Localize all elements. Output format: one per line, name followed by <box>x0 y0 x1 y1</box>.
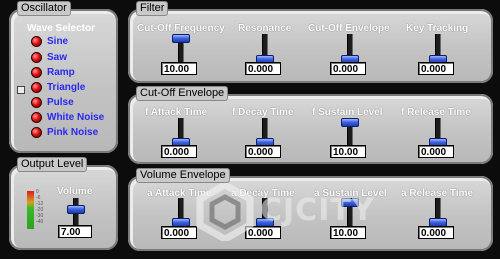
volume-label: Volume <box>57 186 93 197</box>
wave-label: Pulse <box>47 97 74 108</box>
wave-label: Ramp <box>47 67 75 78</box>
wave-option-pulse[interactable]: Pulse <box>31 97 74 108</box>
led-icon <box>31 67 42 78</box>
wave-selector-label: Wave Selector <box>27 23 95 34</box>
led-icon <box>31 112 42 123</box>
f-decay-time-value[interactable]: 0.000 <box>245 145 281 158</box>
led-icon <box>31 97 42 108</box>
wave-option-sine[interactable]: Sine <box>31 36 68 47</box>
f-release-time-value[interactable]: 0.000 <box>418 145 454 158</box>
wave-label: Saw <box>47 52 68 63</box>
f-attack-time-label: f Attack Time <box>145 107 208 118</box>
wave-option-saw[interactable]: Saw <box>31 52 67 63</box>
wave-label: Sine <box>47 36 69 47</box>
key-tracking-label: Key Tracking <box>406 23 469 34</box>
cutoff-frequency-thumb[interactable] <box>172 34 190 43</box>
cutoff-envelope-label: Cut-Off Envelope <box>308 23 390 34</box>
wave-option-triangle[interactable]: Triangle <box>31 82 85 93</box>
a-release-time-value[interactable]: 0.000 <box>418 226 454 239</box>
cjcity-logo-icon <box>196 183 254 241</box>
f-sustain-level-thumb[interactable] <box>341 118 359 127</box>
f-sustain-level-value[interactable]: 10.00 <box>330 145 366 158</box>
led-icon <box>31 36 42 47</box>
wave-selection-indicator <box>17 86 25 94</box>
led-icon <box>31 52 42 63</box>
volume-envelope-title: Volume Envelope <box>136 168 230 183</box>
cutoff-frequency-label: Cut-Off Frequency <box>137 23 225 34</box>
level-meter-scale: 0 -6 -12 -20 -30 -40 <box>36 189 44 225</box>
resonance-value[interactable]: 0.000 <box>245 62 281 75</box>
led-icon <box>31 82 42 93</box>
wave-option-pink-noise[interactable]: Pink Noise <box>31 127 98 138</box>
oscillator-title: Oscillator <box>17 1 71 16</box>
f-sustain-level-label: f Sustain Level <box>312 107 383 118</box>
led-icon <box>31 127 42 138</box>
cutoff-frequency-value[interactable]: 10.00 <box>161 62 197 75</box>
level-meter <box>27 191 34 229</box>
f-attack-time-value[interactable]: 0.000 <box>161 145 197 158</box>
a-attack-time-value[interactable]: 0.000 <box>161 226 197 239</box>
output-level-title: Output Level <box>17 157 88 172</box>
watermark-text: CJCITY <box>260 193 375 228</box>
key-tracking-value[interactable]: 0.000 <box>418 62 454 75</box>
wave-label: White Noise <box>47 112 105 123</box>
cutoff-envelope-value[interactable]: 0.000 <box>330 62 366 75</box>
wave-label: Pink Noise <box>47 127 99 138</box>
wave-label: Triangle <box>47 82 86 93</box>
resonance-label: Resonance <box>238 23 292 34</box>
cutoff-envelope-title: Cut-Off Envelope <box>136 86 229 101</box>
f-release-time-label: f Release Time <box>401 107 471 118</box>
f-decay-time-label: f Decay Time <box>232 107 294 118</box>
volume-slider-thumb[interactable] <box>67 205 85 214</box>
filter-title: Filter <box>136 1 169 16</box>
wave-option-ramp[interactable]: Ramp <box>31 67 75 78</box>
wave-option-white-noise[interactable]: White Noise <box>31 112 104 123</box>
volume-value[interactable]: 7.00 <box>58 225 92 238</box>
